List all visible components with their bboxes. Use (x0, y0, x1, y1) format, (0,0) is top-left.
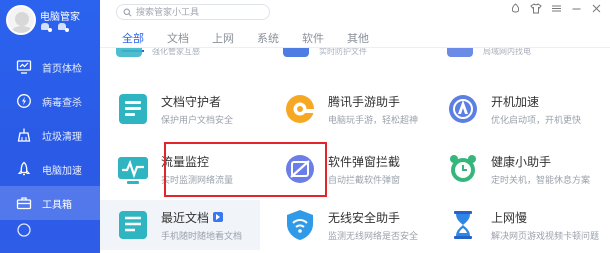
monitor-icon (16, 60, 32, 74)
tool-icon (447, 48, 473, 57)
tool-icon (116, 48, 142, 57)
minimize-icon[interactable] (571, 3, 582, 17)
sidebar-item-partial[interactable] (0, 220, 100, 240)
sidebar-item-label: 垃圾清理 (42, 131, 82, 143)
menu-icon[interactable] (551, 3, 562, 17)
recent-docs-icon (119, 211, 147, 239)
tool-name: 腾讯手游助手 (328, 94, 401, 109)
wifi-shield-icon (287, 210, 313, 240)
sidebar-item-speedup[interactable]: 电脑加速 (0, 152, 100, 186)
tool-name: 最近文档 (161, 210, 210, 225)
sidebar-item-label: 工具箱 (42, 199, 72, 211)
tool-desc: 定时关机，智能休息方案 (491, 174, 591, 185)
tool-name: 上网慢 (491, 210, 528, 225)
highlight-box (164, 142, 327, 197)
sidebar-item-antivirus[interactable]: 病毒查杀 (0, 84, 100, 118)
clipped-row: 强化管家互感 实时防护文件 局域网内找电 (100, 48, 610, 70)
tool-game-assistant[interactable]: 腾讯手游助手 电脑玩手游，轻松超神 (267, 84, 427, 134)
clipped-desc: 局域网内找电 (483, 48, 531, 56)
tool-recent-docs[interactable]: 最近文档 手机随时随地看文档 (100, 200, 260, 250)
profile[interactable]: 电脑管家 (6, 3, 98, 43)
traffic-monitor-icon (118, 157, 148, 184)
tool-desc: 监测无线网络是否安全 (328, 230, 419, 241)
main-panel: 全部 文档 上网 系统 软件 其他 强化管家互感 实时防护文件 局域网内找电 文… (100, 0, 610, 253)
tool-name: 健康小助手 (491, 154, 552, 169)
tool-name: 无线安全助手 (328, 210, 401, 225)
search-box[interactable] (116, 4, 270, 20)
tool-slow-internet[interactable]: 上网慢 解决网页游戏视频卡顿问题 (430, 200, 599, 250)
clipped-desc: 实时防护文件 (319, 48, 367, 56)
tool-desc: 优化启动项，开机更快 (491, 114, 582, 125)
broom-icon (17, 128, 31, 142)
sidebar-item-label: 首页体检 (42, 63, 82, 75)
qq-icon[interactable] (57, 22, 69, 32)
clipped-desc: 强化管家互感 (152, 48, 200, 56)
tool-name: 文档守护者 (161, 94, 222, 109)
boot-speedup-icon (449, 95, 477, 123)
sidebar-item-label: 电脑加速 (42, 165, 82, 177)
tool-desc: 解决网页游戏视频卡顿问题 (491, 230, 600, 241)
profile-name: 电脑管家 (40, 12, 80, 23)
tool-name-row: 最近文档 (161, 209, 242, 226)
toolbox-icon (16, 197, 32, 210)
sidebar-item-cleanup[interactable]: 垃圾清理 (0, 118, 100, 152)
window-controls (510, 3, 602, 17)
search-input[interactable] (136, 7, 266, 17)
tool-desc: 保护用户文档安全 (161, 114, 234, 125)
document-guard-icon (119, 94, 147, 124)
hourglass-icon (454, 211, 472, 239)
skin-icon[interactable] (510, 3, 521, 17)
alarm-clock-icon (450, 155, 476, 182)
tool-desc: 自动拦截软件弹窗 (328, 174, 401, 185)
new-badge-icon (213, 212, 224, 222)
lightning-icon (17, 94, 31, 108)
tool-health-assistant[interactable]: 健康小助手 定时关机，智能休息方案 (430, 144, 590, 194)
tool-desc: 电脑玩手游，轻松超神 (328, 114, 419, 125)
avatar[interactable] (6, 5, 36, 35)
search-icon (123, 8, 132, 16)
tool-wifi-assistant[interactable]: 无线安全助手 监测无线网络是否安全 (267, 200, 427, 250)
sidebar-item-label: 病毒查杀 (42, 97, 82, 109)
game-assistant-icon (286, 95, 314, 123)
sidebar-nav: 首页体检 病毒查杀 垃圾清理 电脑加速 工具箱 (0, 50, 100, 240)
tool-boot-speedup[interactable]: 开机加速 优化启动项，开机更快 (430, 84, 590, 134)
tool-icon (283, 48, 309, 57)
wechat-icon[interactable] (40, 22, 52, 32)
shirt-icon[interactable] (530, 3, 542, 17)
close-icon[interactable] (591, 3, 602, 17)
tool-name: 开机加速 (491, 94, 540, 109)
sidebar-item-checkup[interactable]: 首页体检 (0, 50, 100, 84)
tool-name: 软件弹窗拦截 (328, 154, 401, 169)
tool-document-guard[interactable]: 文档守护者 保护用户文档安全 (100, 84, 260, 134)
sidebar: 电脑管家 首页体检 病毒查杀 垃圾清理 电脑加速 工具箱 (0, 0, 100, 253)
tool-desc: 手机随时随地看文档 (161, 230, 243, 241)
rocket-icon (17, 161, 31, 176)
grid-icon (17, 223, 31, 237)
sidebar-item-toolbox[interactable]: 工具箱 (0, 186, 100, 220)
